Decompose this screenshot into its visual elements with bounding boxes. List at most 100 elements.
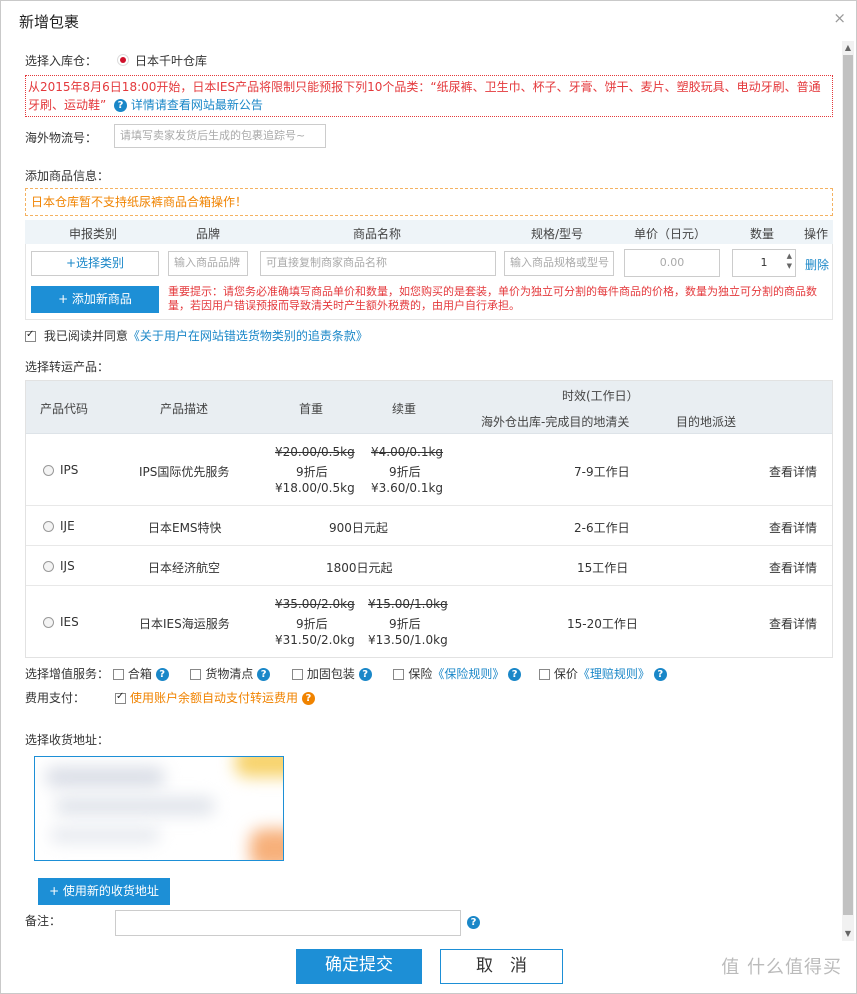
row-price: 900日元起	[329, 521, 388, 535]
add-product-button[interactable]: + 添加新商品	[31, 286, 159, 313]
service-combine-label: 合箱	[127, 667, 152, 681]
remark-input[interactable]	[115, 910, 461, 936]
address-card[interactable]	[34, 756, 284, 861]
new-address-button[interactable]: + 使用新的收货地址	[38, 878, 170, 905]
services-label: 选择增值服务：	[25, 667, 110, 681]
cancel-button[interactable]: 取 消	[440, 949, 563, 984]
th-extra: 续重	[392, 402, 417, 416]
first-discount: 9折后	[296, 465, 328, 479]
valuation-rule-link[interactable]: 《理赔规则》	[578, 667, 650, 681]
row-code[interactable]: IES	[43, 615, 79, 629]
auto-pay-checkbox[interactable]	[115, 691, 126, 704]
payment-label: 费用支付：	[25, 691, 86, 705]
dialog-title: 新增包裹	[19, 13, 80, 31]
extra-new-price: ¥3.60/0.1kg	[371, 481, 444, 495]
price-input[interactable]: 0.00	[624, 249, 720, 277]
service-insurance-label: 保险	[408, 667, 433, 681]
goods-warning: 日本仓库暂不支持纸尿裤商品合箱操作！	[25, 188, 833, 216]
th-time-sub1: 海外仓出库-完成目的地清关	[481, 415, 630, 429]
transport-table-header: 产品代码 产品描述 首重 续重 时效(工作日） 海外仓出库-完成目的地清关 目的…	[25, 380, 833, 434]
scroll-down-arrow-icon[interactable]: ▼	[842, 927, 854, 941]
th-code: 产品代码	[40, 402, 89, 416]
row-time: 15-20工作日	[567, 617, 638, 631]
first-new-price: ¥18.00/0.5kg	[275, 481, 355, 495]
service-checkbox-reinforce[interactable]	[291, 669, 303, 680]
close-icon[interactable]: ×	[833, 9, 846, 27]
services-row: 选择增值服务： 合箱 ? 货物清点 ? 加固包装 ? 保险《保险规则》 ? 保价…	[25, 665, 667, 682]
agree-link[interactable]: 《关于用户在网站错选货物类别的追责条款》	[128, 329, 368, 343]
service-checkbox-valuation[interactable]	[538, 669, 550, 680]
quantity-stepper[interactable]: 1 ▲ ▼	[732, 249, 796, 277]
ies-notice: 从2015年8月6日18:00开始，日本IES产品将限制只能预报下列10个品类：…	[25, 75, 833, 117]
agree-checkbox[interactable]	[25, 329, 36, 342]
scroll-thumb[interactable]	[843, 55, 853, 915]
service-checkbox-insurance[interactable]	[393, 669, 405, 680]
row-desc: 日本经济航空	[148, 561, 221, 575]
stepper-arrows-icon[interactable]: ▲ ▼	[787, 251, 792, 271]
help-icon[interactable]: ?	[508, 668, 522, 681]
insurance-rule-link[interactable]: 《保险规则》	[432, 667, 504, 681]
first-discount: 9折后	[296, 617, 328, 631]
service-checkbox-combine[interactable]	[112, 669, 124, 680]
row-code[interactable]: IJE	[43, 519, 75, 533]
row-time: 2-6工作日	[574, 521, 630, 535]
payment-row: 使用账户余额自动支付转运费用 ?	[115, 689, 315, 706]
transport-row-ijs[interactable]: IJS 日本经济航空 1800日元起 15工作日 查看详情	[25, 546, 833, 586]
extra-discount: 9折后	[389, 617, 421, 631]
transport-row-ije[interactable]: IJE 日本EMS特快 900日元起 2-6工作日 查看详情	[25, 506, 833, 546]
spec-input[interactable]: 输入商品规格或型号	[504, 251, 614, 276]
row-price: 1800日元起	[326, 561, 393, 575]
brand-input[interactable]: 输入商品品牌	[168, 251, 248, 276]
ies-radio[interactable]	[43, 617, 54, 628]
help-icon[interactable]: ?	[257, 668, 271, 681]
submit-button[interactable]: 确定提交	[296, 949, 422, 984]
remark-label: 备注：	[25, 914, 62, 928]
blurred-address-line	[45, 767, 165, 787]
quantity-value: 1	[760, 256, 768, 269]
warehouse-value: 日本千叶仓库	[135, 54, 208, 68]
japan-flag-icon	[117, 54, 129, 66]
service-checkbox-count[interactable]	[190, 669, 202, 680]
ips-radio[interactable]	[43, 465, 54, 476]
row-code[interactable]: IPS	[43, 463, 78, 477]
header-category: 申报类别	[69, 227, 118, 241]
help-icon[interactable]: ?	[467, 916, 480, 929]
service-reinforce-label: 加固包装	[306, 667, 355, 681]
address-label: 选择收货地址：	[25, 733, 110, 747]
delete-link[interactable]: 删除	[805, 256, 829, 273]
view-detail-link[interactable]: 查看详情	[769, 463, 817, 480]
transport-row-ies[interactable]: IES 日本IES海运服务 ¥35.00/2.0kg 9折后 ¥31.50/2.…	[25, 586, 833, 658]
view-detail-link[interactable]: 查看详情	[769, 615, 817, 632]
row-time: 7-9工作日	[574, 465, 630, 479]
product-name-input[interactable]: 可直接复制商家商品名称	[260, 251, 496, 276]
auto-pay-text: 使用账户余额自动支付转运费用	[130, 691, 299, 705]
help-icon[interactable]: ?	[358, 668, 372, 681]
ijs-radio[interactable]	[43, 561, 54, 572]
select-category-button[interactable]: +选择类别	[31, 251, 159, 276]
scroll-up-arrow-icon[interactable]: ▲	[842, 41, 854, 55]
view-detail-link[interactable]: 查看详情	[769, 559, 817, 576]
blurred-address-line	[50, 827, 160, 843]
th-desc: 产品描述	[160, 402, 209, 416]
help-icon[interactable]: ?	[155, 668, 169, 681]
ije-radio[interactable]	[43, 521, 54, 532]
extra-new-price: ¥13.50/1.0kg	[368, 633, 448, 647]
header-spec: 规格/型号	[531, 227, 584, 241]
header-brand: 品牌	[196, 227, 221, 241]
notice-link[interactable]: 详情请查看网站最新公告	[131, 98, 263, 112]
row-desc: 日本IES海运服务	[139, 617, 230, 631]
row-desc: IPS国际优先服务	[139, 465, 230, 479]
view-detail-link[interactable]: 查看详情	[769, 519, 817, 536]
help-icon[interactable]: ?	[653, 668, 667, 681]
transport-row-ips[interactable]: IPS IPS国际优先服务 ¥20.00/0.5kg 9折后 ¥18.00/0.…	[25, 434, 833, 506]
scrollbar[interactable]: ▲ ▼	[842, 41, 854, 941]
extra-old-price: ¥15.00/1.0kg	[368, 597, 448, 611]
tracking-input[interactable]: 请填写卖家发货后生成的包裹追踪号~	[114, 124, 326, 148]
goods-label: 添加商品信息：	[25, 169, 110, 183]
first-old-price: ¥35.00/2.0kg	[275, 597, 355, 611]
goods-table-header: 申报类别 品牌 商品名称 规格/型号 单价（日元） 数量 操作	[25, 220, 833, 244]
service-count-label: 货物清点	[205, 667, 254, 681]
row-code[interactable]: IJS	[43, 559, 75, 573]
help-icon[interactable]: ?	[301, 692, 315, 705]
add-package-dialog: 新增包裹 × ▲ ▼ 选择入库仓： 日本千叶仓库 从2015年8月6日18:00…	[0, 0, 857, 994]
